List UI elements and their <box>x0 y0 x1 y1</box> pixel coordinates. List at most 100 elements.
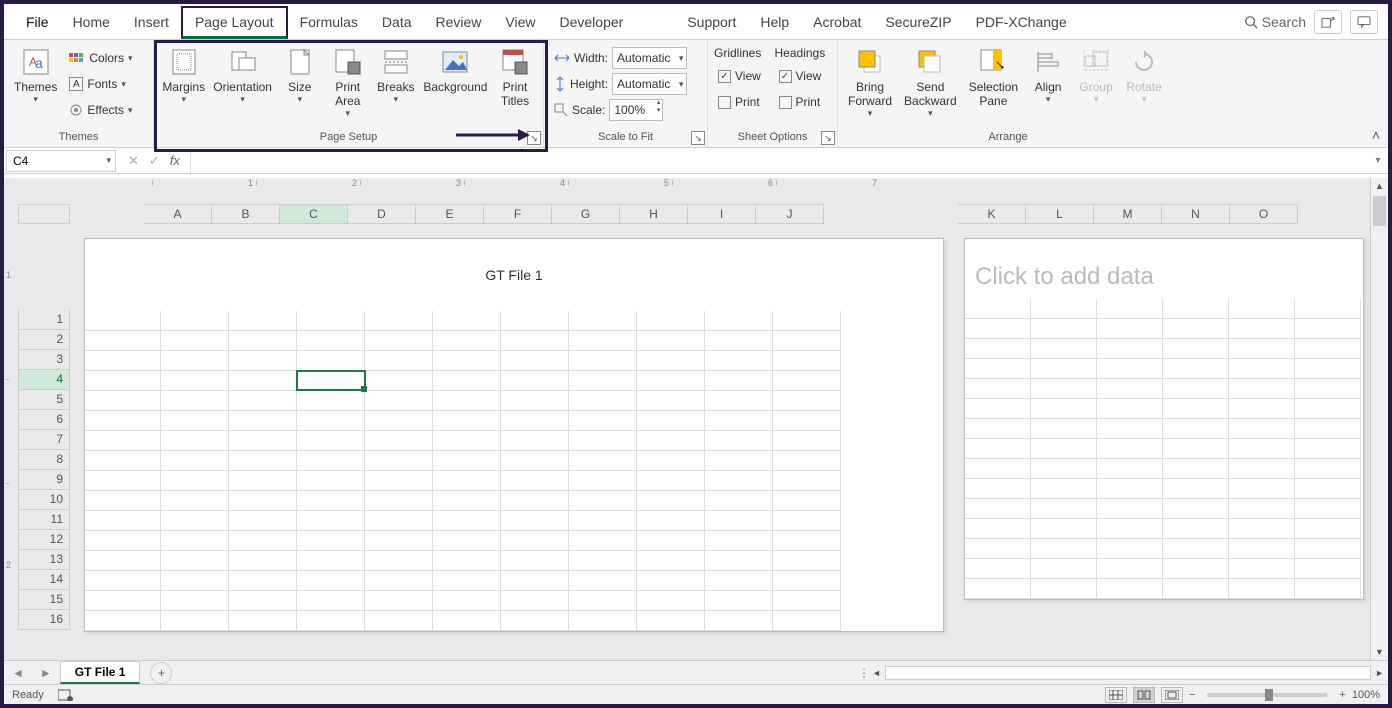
tab-securezip[interactable]: SecureZIP <box>873 8 963 36</box>
headings-print-check[interactable]: Print <box>775 90 832 114</box>
gridlines-view-check[interactable]: ✓View <box>714 64 771 88</box>
page-layout-view-button[interactable] <box>1133 687 1155 703</box>
cancel-icon[interactable]: ✕ <box>128 153 139 169</box>
orientation-button[interactable]: Orientation▾ <box>211 44 273 107</box>
scroll-up-icon[interactable]: ▲ <box>1371 178 1388 194</box>
row-header-2[interactable]: 2 <box>18 330 70 350</box>
collapse-ribbon-button[interactable]: ˄ <box>1372 127 1380 143</box>
vertical-scrollbar[interactable]: ▲ ▼ <box>1370 178 1388 660</box>
col-header-H[interactable]: H <box>620 204 688 224</box>
zoom-out-button[interactable]: − <box>1189 689 1195 701</box>
col-header-G[interactable]: G <box>552 204 620 224</box>
row-header-16[interactable]: 16 <box>18 610 70 630</box>
row-header-15[interactable]: 15 <box>18 590 70 610</box>
tab-file[interactable]: File <box>14 8 61 36</box>
sheet-tab-active[interactable]: GT File 1 <box>60 661 141 684</box>
scroll-thumb[interactable] <box>1373 196 1386 226</box>
align-button[interactable]: Align▾ <box>1026 44 1070 107</box>
row-header-4[interactable]: 4 <box>18 370 70 390</box>
sheet-nav-prev[interactable]: ◄ <box>4 666 32 680</box>
tab-acrobat[interactable]: Acrobat <box>801 8 873 36</box>
col-header-B[interactable]: B <box>212 204 280 224</box>
row-header-6[interactable]: 6 <box>18 410 70 430</box>
effects-button[interactable]: Effects▾ <box>65 98 136 122</box>
hscroll-right[interactable]: ► <box>1371 668 1388 678</box>
row-headers[interactable]: 1 2 3 4 5 6 7 8 9 10 11 12 13 14 15 16 <box>18 310 70 630</box>
tab-insert[interactable]: Insert <box>122 8 181 36</box>
breaks-button[interactable]: Breaks▾ <box>374 44 418 107</box>
col-header-K[interactable]: K <box>958 204 1026 224</box>
tab-review[interactable]: Review <box>424 8 494 36</box>
fill-handle[interactable] <box>361 386 367 392</box>
col-header-N[interactable]: N <box>1162 204 1230 224</box>
height-combo[interactable]: Automatic <box>612 73 687 95</box>
col-header-D[interactable]: D <box>348 204 416 224</box>
row-header-5[interactable]: 5 <box>18 390 70 410</box>
cell-grid[interactable] <box>85 311 943 631</box>
row-header-10[interactable]: 10 <box>18 490 70 510</box>
row-header-8[interactable]: 8 <box>18 450 70 470</box>
page-break-view-button[interactable] <box>1161 687 1183 703</box>
send-backward-button[interactable]: Send Backward▾ <box>900 44 961 121</box>
column-headers[interactable]: A B C D E F G H I J K L M N O <box>18 204 1370 224</box>
page-header[interactable]: GT File 1 <box>85 239 943 311</box>
scale-launcher[interactable]: ↘ <box>691 131 705 145</box>
comments-button[interactable] <box>1350 10 1378 34</box>
col-header-E[interactable]: E <box>416 204 484 224</box>
print-area-button[interactable]: Print Area▾ <box>326 44 370 121</box>
gridlines-print-check[interactable]: Print <box>714 90 771 114</box>
selected-cell[interactable] <box>296 370 366 391</box>
row-header-11[interactable]: 11 <box>18 510 70 530</box>
col-header-J[interactable]: J <box>756 204 824 224</box>
col-header-O[interactable]: O <box>1230 204 1298 224</box>
themes-button[interactable]: Aa Themes ▾ <box>10 44 61 107</box>
row-header-13[interactable]: 13 <box>18 550 70 570</box>
horizontal-scrollbar[interactable] <box>885 666 1371 680</box>
row-header-3[interactable]: 3 <box>18 350 70 370</box>
fx-icon[interactable]: fx <box>170 153 180 168</box>
tab-support[interactable]: Support <box>675 8 748 36</box>
search-box[interactable]: Search <box>1244 14 1306 30</box>
tab-data[interactable]: Data <box>370 8 424 36</box>
tab-view[interactable]: View <box>493 8 547 36</box>
tab-split-handle[interactable]: ⋮ <box>858 666 868 680</box>
formula-input[interactable] <box>190 148 1368 173</box>
add-data-placeholder[interactable]: Click to add data <box>965 239 1363 299</box>
name-box[interactable]: C4 <box>6 150 116 172</box>
selection-pane-button[interactable]: Selection Pane <box>965 44 1022 110</box>
fonts-button[interactable]: AFonts▾ <box>65 72 136 96</box>
macro-record-icon[interactable] <box>58 689 74 701</box>
enter-icon[interactable]: ✓ <box>149 153 160 169</box>
scroll-down-icon[interactable]: ▼ <box>1371 644 1388 660</box>
row-header-9[interactable]: 9 <box>18 470 70 490</box>
page-2[interactable]: Click to add data <box>964 238 1364 600</box>
tab-help[interactable]: Help <box>748 8 801 36</box>
col-header-L[interactable]: L <box>1026 204 1094 224</box>
zoom-level[interactable]: 100% <box>1352 689 1380 701</box>
col-header-F[interactable]: F <box>484 204 552 224</box>
share-button[interactable] <box>1314 10 1342 34</box>
headings-view-check[interactable]: ✓View <box>775 64 832 88</box>
background-button[interactable]: Background <box>422 44 489 96</box>
page-1[interactable]: GT File 1 <box>84 238 944 632</box>
col-header-A[interactable]: A <box>144 204 212 224</box>
colors-button[interactable]: Colors▾ <box>65 46 136 70</box>
width-combo[interactable]: Automatic <box>612 47 687 69</box>
tab-page-layout[interactable]: Page Layout <box>181 6 288 39</box>
row-header-1[interactable]: 1 <box>18 310 70 330</box>
tab-home[interactable]: Home <box>61 8 122 36</box>
normal-view-button[interactable] <box>1105 687 1127 703</box>
row-header-14[interactable]: 14 <box>18 570 70 590</box>
scale-spinner[interactable]: 100% <box>609 99 663 121</box>
hscroll-left[interactable]: ◄ <box>868 668 885 678</box>
tab-pdfxchange[interactable]: PDF-XChange <box>964 8 1079 36</box>
tab-developer[interactable]: Developer <box>548 8 636 36</box>
margins-button[interactable]: Margins▾ <box>160 44 207 107</box>
col-header-I[interactable]: I <box>688 204 756 224</box>
row-header-12[interactable]: 12 <box>18 530 70 550</box>
zoom-slider[interactable] <box>1207 693 1327 697</box>
zoom-in-button[interactable]: + <box>1339 689 1345 701</box>
sheet-options-launcher[interactable]: ↘ <box>821 131 835 145</box>
add-sheet-button[interactable]: + <box>150 662 172 684</box>
col-header-C[interactable]: C <box>280 204 348 224</box>
